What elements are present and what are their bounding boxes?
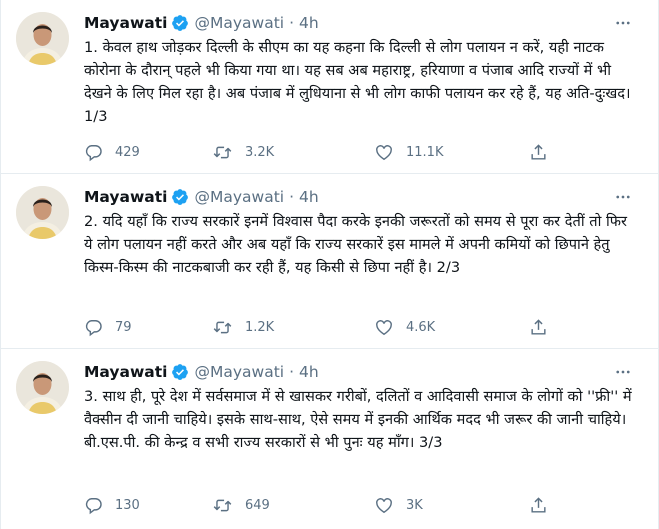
author-handle[interactable]: @Mayawati: [194, 14, 284, 32]
reply-icon: [84, 143, 103, 162]
tweet-header: Mayawati @Mayawati · 4h: [84, 12, 319, 34]
retweet-icon: [212, 143, 233, 162]
retweet-button[interactable]: 3.2K: [212, 141, 274, 163]
retweet-count: 1.2K: [245, 319, 275, 335]
share-icon: [529, 143, 548, 162]
share-icon: [529, 318, 548, 337]
retweet-count: 3.2K: [245, 144, 275, 160]
share-icon: [529, 496, 548, 515]
reply-count: 130: [115, 497, 140, 513]
author-name[interactable]: Mayawati: [84, 14, 167, 32]
tweet[interactable]: Mayawati @Mayawati · 4h 3. साथ ही, पूरे …: [1, 349, 658, 529]
like-icon: [374, 496, 394, 515]
tweet-text: 3. साथ ही, पूरे देश में सर्वसमाज में से …: [84, 388, 632, 451]
author-handle[interactable]: @Mayawati: [194, 363, 284, 381]
tweet[interactable]: Mayawati @Mayawati · 4h 1. केवल हाथ जोड़…: [1, 0, 658, 174]
avatar[interactable]: [16, 361, 69, 414]
avatar[interactable]: [16, 12, 69, 65]
like-count: 11.1K: [406, 144, 444, 160]
reply-button[interactable]: 429: [84, 141, 140, 163]
reply-icon: [84, 496, 103, 515]
tweet-thread: Mayawati @Mayawati · 4h 1. केवल हाथ जोड़…: [0, 0, 659, 529]
more-icon[interactable]: [612, 186, 634, 208]
author-name[interactable]: Mayawati: [84, 363, 167, 381]
avatar[interactable]: [16, 186, 69, 239]
verified-badge-icon: [171, 14, 189, 32]
timestamp[interactable]: 4h: [299, 188, 319, 206]
like-icon: [374, 143, 394, 162]
reply-count: 429: [115, 144, 140, 160]
tweet-actions: 79 1.2K 4.6K: [84, 316, 554, 338]
retweet-button[interactable]: 1.2K: [212, 316, 274, 338]
tweet-text: 1. केवल हाथ जोड़कर दिल्ली के सीएम का यह …: [84, 39, 631, 125]
tweet-header: Mayawati @Mayawati · 4h: [84, 186, 319, 208]
separator: ·: [289, 363, 295, 381]
reply-count: 79: [115, 319, 132, 335]
more-icon[interactable]: [612, 361, 634, 383]
separator: ·: [289, 14, 295, 32]
like-icon: [374, 318, 394, 337]
verified-badge-icon: [171, 188, 189, 206]
tweet-header: Mayawati @Mayawati · 4h: [84, 361, 319, 383]
like-count: 3K: [406, 497, 423, 513]
timestamp[interactable]: 4h: [299, 14, 319, 32]
share-button[interactable]: [529, 141, 548, 163]
tweet-text: 2. यदि यहाँ कि राज्य सरकारें इनमें विश्व…: [84, 213, 628, 276]
author-handle[interactable]: @Mayawati: [194, 188, 284, 206]
retweet-count: 649: [245, 497, 270, 513]
retweet-icon: [212, 318, 233, 337]
retweet-button[interactable]: 649: [212, 494, 270, 516]
reply-button[interactable]: 130: [84, 494, 140, 516]
author-name[interactable]: Mayawati: [84, 188, 167, 206]
tweet-actions: 429 3.2K 11.1K: [84, 141, 554, 163]
reply-icon: [84, 318, 103, 337]
timestamp[interactable]: 4h: [299, 363, 319, 381]
tweet[interactable]: Mayawati @Mayawati · 4h 2. यदि यहाँ कि र…: [1, 174, 658, 349]
tweet-actions: 130 649 3K: [84, 494, 554, 516]
retweet-icon: [212, 496, 233, 515]
verified-badge-icon: [171, 363, 189, 381]
reply-button[interactable]: 79: [84, 316, 132, 338]
like-button[interactable]: 11.1K: [374, 141, 443, 163]
like-button[interactable]: 4.6K: [374, 316, 435, 338]
separator: ·: [289, 188, 295, 206]
share-button[interactable]: [529, 494, 548, 516]
like-count: 4.6K: [406, 319, 436, 335]
more-icon[interactable]: [612, 12, 634, 34]
like-button[interactable]: 3K: [374, 494, 423, 516]
share-button[interactable]: [529, 316, 548, 338]
